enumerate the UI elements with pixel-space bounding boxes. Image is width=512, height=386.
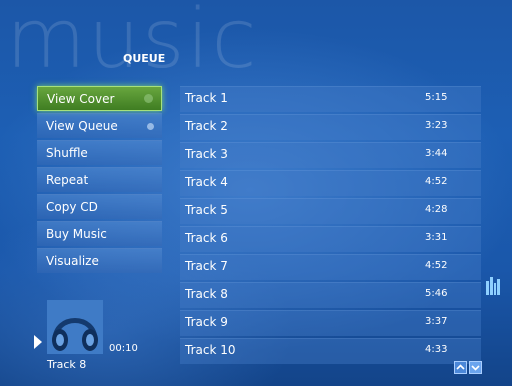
menu-item-label: Copy CD bbox=[46, 200, 98, 214]
track-duration: 5:15 bbox=[425, 92, 448, 103]
track-name: Track 6 bbox=[185, 231, 228, 245]
track-name: Track 10 bbox=[185, 343, 236, 357]
scroll-controls bbox=[454, 361, 482, 374]
now-playing-track: Track 8 bbox=[47, 358, 87, 371]
visualize-button[interactable]: Visualize bbox=[37, 248, 162, 273]
music-watermark: music bbox=[6, 0, 259, 87]
track-list: Track 1 5:15 Track 2 3:23 Track 3 3:44 T… bbox=[180, 86, 481, 366]
play-icon[interactable] bbox=[34, 335, 42, 349]
copy-cd-button[interactable]: Copy CD bbox=[37, 194, 162, 219]
action-menu: View Cover View Queue Shuffle Repeat Cop… bbox=[37, 86, 162, 275]
track-name: Track 7 bbox=[185, 259, 228, 273]
track-name: Track 1 bbox=[185, 91, 228, 105]
scroll-up-button[interactable] bbox=[454, 361, 467, 374]
track-name: Track 5 bbox=[185, 203, 228, 217]
scroll-down-button[interactable] bbox=[469, 361, 482, 374]
equalizer-icon bbox=[486, 277, 500, 295]
focus-dot-icon bbox=[144, 94, 153, 103]
track-row[interactable]: Track 6 3:31 bbox=[180, 226, 481, 252]
track-duration: 3:31 bbox=[425, 232, 448, 243]
track-row[interactable]: Track 1 5:15 bbox=[180, 86, 481, 112]
buy-music-button[interactable]: Buy Music bbox=[37, 221, 162, 246]
shuffle-button[interactable]: Shuffle bbox=[37, 140, 162, 165]
view-queue-button[interactable]: View Queue bbox=[37, 113, 162, 138]
menu-item-label: Repeat bbox=[46, 173, 89, 187]
menu-item-label: View Queue bbox=[46, 119, 118, 133]
track-duration: 3:23 bbox=[425, 120, 448, 131]
repeat-button[interactable]: Repeat bbox=[37, 167, 162, 192]
headphones-icon bbox=[47, 300, 103, 354]
track-row[interactable]: Track 3 3:44 bbox=[180, 142, 481, 168]
selected-dot-icon bbox=[147, 123, 154, 130]
track-row[interactable]: Track 9 3:37 bbox=[180, 310, 481, 336]
view-cover-button[interactable]: View Cover bbox=[37, 86, 162, 111]
track-row[interactable]: Track 10 4:33 bbox=[180, 338, 481, 364]
menu-item-label: Shuffle bbox=[46, 146, 88, 160]
media-center-screen: music QUEUE View Cover View Queue Shuffl… bbox=[0, 0, 512, 386]
track-duration: 4:33 bbox=[425, 344, 448, 355]
track-duration: 4:52 bbox=[425, 260, 448, 271]
arrow-down-icon bbox=[471, 365, 480, 371]
track-name: Track 2 bbox=[185, 119, 228, 133]
menu-item-label: Buy Music bbox=[46, 227, 107, 241]
track-name: Track 3 bbox=[185, 147, 228, 161]
track-duration: 4:52 bbox=[425, 176, 448, 187]
track-row[interactable]: Track 8 5:46 bbox=[180, 282, 481, 308]
track-name: Track 4 bbox=[185, 175, 228, 189]
track-duration: 3:44 bbox=[425, 148, 448, 159]
album-art[interactable] bbox=[47, 300, 103, 354]
track-duration: 4:28 bbox=[425, 204, 448, 215]
elapsed-time: 00:10 bbox=[109, 343, 138, 354]
track-row[interactable]: Track 7 4:52 bbox=[180, 254, 481, 280]
track-row[interactable]: Track 5 4:28 bbox=[180, 198, 481, 224]
track-row[interactable]: Track 4 4:52 bbox=[180, 170, 481, 196]
arrow-up-icon bbox=[456, 364, 465, 370]
track-duration: 5:46 bbox=[425, 288, 448, 299]
page-title: QUEUE bbox=[123, 52, 166, 65]
menu-item-label: Visualize bbox=[46, 254, 99, 268]
menu-item-label: View Cover bbox=[47, 92, 115, 106]
track-row[interactable]: Track 2 3:23 bbox=[180, 114, 481, 140]
track-duration: 3:37 bbox=[425, 316, 448, 327]
track-name: Track 8 bbox=[185, 287, 228, 301]
track-name: Track 9 bbox=[185, 315, 228, 329]
